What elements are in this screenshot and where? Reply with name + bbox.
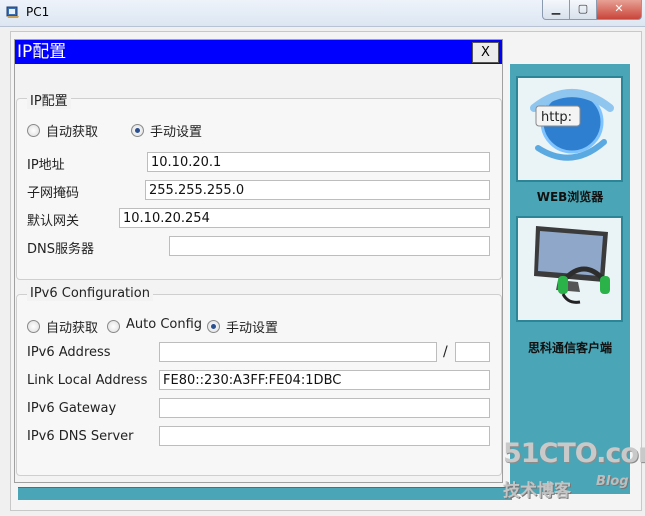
ipv6-dns-server-label: IPv6 DNS Server	[27, 429, 134, 444]
cisco-client-app-tile[interactable]	[516, 216, 623, 322]
ipv6-dns-server-field[interactable]	[159, 426, 490, 446]
watermark-site: 51CTO.com	[503, 438, 645, 469]
ipv6-address-field[interactable]	[159, 342, 437, 362]
subnet-mask-field[interactable]: 255.255.255.0	[145, 180, 490, 200]
ip-config-dialog: IP配置 X IP配置 自动获取 手动设置 IP地址 10.10.20.1 子网…	[14, 39, 503, 483]
watermark-blog: Blog	[596, 474, 629, 489]
link-local-address-field[interactable]: FE80::230:A3FF:FE04:1DBC	[159, 370, 490, 390]
ipv6-gateway-label: IPv6 Gateway	[27, 401, 117, 416]
ipv4-dhcp-radio[interactable]	[27, 124, 40, 137]
ipv6-prefix-length-field[interactable]	[455, 342, 490, 362]
ipv6-static-label[interactable]: 手动设置	[226, 317, 278, 336]
ipv4-group-legend: IP配置	[27, 90, 71, 109]
default-gateway-label: 默认网关	[27, 214, 80, 229]
ipv6-address-label: IPv6 Address	[27, 345, 111, 360]
ipv4-static-radio[interactable]	[131, 124, 144, 137]
window-close-button[interactable]: ✕	[596, 0, 642, 20]
window-titlebar: PC1 ▁ ▢ ✕	[0, 0, 645, 26]
link-local-address-label: Link Local Address	[27, 373, 148, 388]
desktop-bottom-strip	[18, 487, 512, 500]
cisco-client-label[interactable]: 思科通信客户端	[511, 339, 629, 356]
ipv6-config-group: IPv6 Configuration 自动获取 Auto Config 手动设置…	[16, 286, 502, 476]
web-browser-icon: http:	[530, 89, 614, 161]
ipv6-gateway-field[interactable]	[159, 398, 490, 418]
dialog-titlebar: IP配置 X	[15, 40, 502, 64]
ipv6-auto-config-radio[interactable]	[107, 320, 120, 333]
minimize-button[interactable]: ▁	[542, 0, 570, 20]
watermark-blog-cn: 技术博客	[503, 481, 571, 501]
subnet-mask-label: 子网掩码	[27, 186, 80, 201]
ipv6-dhcp-radio[interactable]	[27, 320, 40, 333]
ipv4-dhcp-label[interactable]: 自动获取	[46, 121, 98, 140]
prefix-separator: /	[443, 344, 448, 360]
pc-app-icon	[6, 6, 19, 18]
web-browser-app-tile[interactable]: http:	[516, 76, 623, 182]
dns-server-field[interactable]	[169, 236, 490, 256]
monitor-headset-icon	[534, 226, 610, 304]
default-gateway-field[interactable]: 10.10.20.254	[119, 208, 490, 228]
ipv4-config-group: IP配置 自动获取 手动设置 IP地址 10.10.20.1 子网掩码 255.…	[16, 90, 502, 280]
dialog-close-button[interactable]: X	[472, 42, 499, 63]
ipv4-static-label[interactable]: 手动设置	[150, 121, 202, 140]
maximize-button[interactable]: ▢	[569, 0, 597, 20]
ipv6-dhcp-label[interactable]: 自动获取	[46, 317, 98, 336]
dialog-title: IP配置	[17, 42, 67, 62]
dns-server-label: DNS服务器	[27, 242, 94, 257]
http-icon-text: http:	[541, 110, 572, 125]
web-browser-label[interactable]: WEB浏览器	[511, 188, 629, 205]
ipv6-auto-config-label[interactable]: Auto Config	[126, 317, 202, 332]
window-title: PC1	[26, 5, 50, 19]
ip-address-label: IP地址	[27, 158, 65, 173]
ip-address-field[interactable]: 10.10.20.1	[147, 152, 490, 172]
ipv6-static-radio[interactable]	[207, 320, 220, 333]
ipv6-group-legend: IPv6 Configuration	[27, 286, 153, 301]
